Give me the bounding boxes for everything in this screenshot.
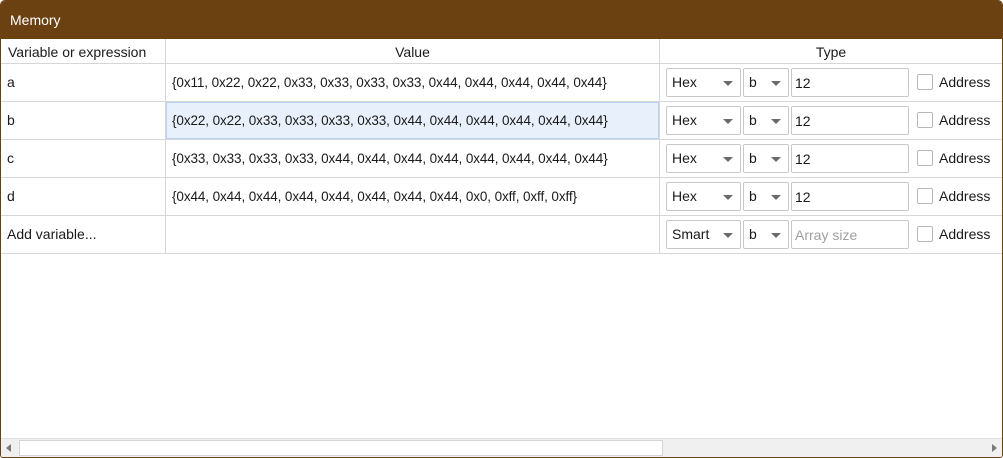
chevron-down-icon <box>771 233 781 238</box>
address-checkbox[interactable] <box>917 226 933 242</box>
format-dropdown[interactable]: Hex <box>666 106 741 135</box>
memory-window: Memory Variable or expression Value Type… <box>0 0 1003 458</box>
type-cell: Hex b Address <box>660 64 1002 101</box>
element-size-value: b <box>749 74 757 90</box>
array-size-input[interactable] <box>791 144 909 173</box>
element-size-value: b <box>749 112 757 128</box>
add-variable-row[interactable]: Add variable... Smart b Address <box>1 216 1002 254</box>
scrollbar-thumb[interactable] <box>19 440 663 456</box>
variable-name[interactable]: b <box>1 102 166 139</box>
variable-name[interactable]: a <box>1 64 166 101</box>
variable-name[interactable]: c <box>1 140 166 177</box>
element-size-dropdown[interactable]: b <box>743 220 789 249</box>
type-cell: Hex b Address <box>660 102 1002 139</box>
type-cell: Hex b Address <box>660 178 1002 215</box>
element-size-value: b <box>749 226 757 242</box>
chevron-down-icon <box>723 119 733 124</box>
table-row[interactable]: a {0x11, 0x22, 0x22, 0x33, 0x33, 0x33, 0… <box>1 64 1002 102</box>
element-size-dropdown[interactable]: b <box>743 68 789 97</box>
array-size-input[interactable] <box>791 220 909 249</box>
element-size-dropdown[interactable]: b <box>743 144 789 173</box>
format-dropdown[interactable]: Hex <box>666 182 741 211</box>
array-size-input[interactable] <box>791 106 909 135</box>
address-checkbox-label: Address <box>939 112 991 128</box>
format-dropdown-value: Smart <box>672 226 710 242</box>
chevron-down-icon <box>723 195 733 200</box>
variable-value[interactable]: {0x22, 0x22, 0x33, 0x33, 0x33, 0x33, 0x4… <box>166 102 660 139</box>
column-header-value[interactable]: Value <box>166 39 660 63</box>
format-dropdown-value: Hex <box>672 188 697 204</box>
address-checkbox[interactable] <box>917 188 933 204</box>
type-cell: Hex b Address <box>660 140 1002 177</box>
element-size-dropdown[interactable]: b <box>743 182 789 211</box>
scroll-right-button[interactable] <box>985 439 1002 457</box>
address-checkbox-label: Address <box>939 74 991 90</box>
scroll-left-button[interactable] <box>1 439 18 457</box>
variable-name[interactable]: d <box>1 178 166 215</box>
format-dropdown-value: Hex <box>672 150 697 166</box>
chevron-down-icon <box>723 233 733 238</box>
chevron-down-icon <box>771 81 781 86</box>
variable-value[interactable]: {0x33, 0x33, 0x33, 0x33, 0x44, 0x44, 0x4… <box>166 140 660 177</box>
table-row[interactable]: c {0x33, 0x33, 0x33, 0x33, 0x44, 0x44, 0… <box>1 140 1002 178</box>
window-title: Memory <box>1 1 1002 39</box>
address-checkbox-label: Address <box>939 150 991 166</box>
table-row[interactable]: d {0x44, 0x44, 0x44, 0x44, 0x44, 0x44, 0… <box>1 178 1002 216</box>
address-checkbox-label: Address <box>939 226 991 242</box>
column-header-variable[interactable]: Variable or expression <box>1 39 166 63</box>
variable-value[interactable]: {0x44, 0x44, 0x44, 0x44, 0x44, 0x44, 0x4… <box>166 178 660 215</box>
address-checkbox[interactable] <box>917 74 933 90</box>
address-checkbox[interactable] <box>917 150 933 166</box>
format-dropdown[interactable]: Smart <box>666 220 741 249</box>
format-dropdown-value: Hex <box>672 74 697 90</box>
add-variable-input[interactable]: Add variable... <box>1 216 166 253</box>
type-cell: Smart b Address <box>660 216 1002 253</box>
chevron-down-icon <box>723 81 733 86</box>
variable-value[interactable]: {0x11, 0x22, 0x22, 0x33, 0x33, 0x33, 0x3… <box>166 64 660 101</box>
element-size-value: b <box>749 150 757 166</box>
column-header-type[interactable]: Type <box>660 39 1002 63</box>
table-header: Variable or expression Value Type <box>1 39 1002 64</box>
chevron-down-icon <box>771 157 781 162</box>
element-size-dropdown[interactable]: b <box>743 106 789 135</box>
chevron-down-icon <box>771 195 781 200</box>
array-size-input[interactable] <box>791 68 909 97</box>
variable-value <box>166 216 660 253</box>
format-dropdown[interactable]: Hex <box>666 68 741 97</box>
format-dropdown-value: Hex <box>672 112 697 128</box>
address-checkbox-label: Address <box>939 188 991 204</box>
scroll-left-arrow-icon <box>6 444 11 452</box>
table-row[interactable]: b {0x22, 0x22, 0x33, 0x33, 0x33, 0x33, 0… <box>1 102 1002 140</box>
element-size-value: b <box>749 188 757 204</box>
chevron-down-icon <box>771 119 781 124</box>
chevron-down-icon <box>723 157 733 162</box>
format-dropdown[interactable]: Hex <box>666 144 741 173</box>
address-checkbox[interactable] <box>917 112 933 128</box>
horizontal-scrollbar[interactable] <box>1 438 1002 457</box>
array-size-input[interactable] <box>791 182 909 211</box>
scroll-right-arrow-icon <box>992 444 997 452</box>
